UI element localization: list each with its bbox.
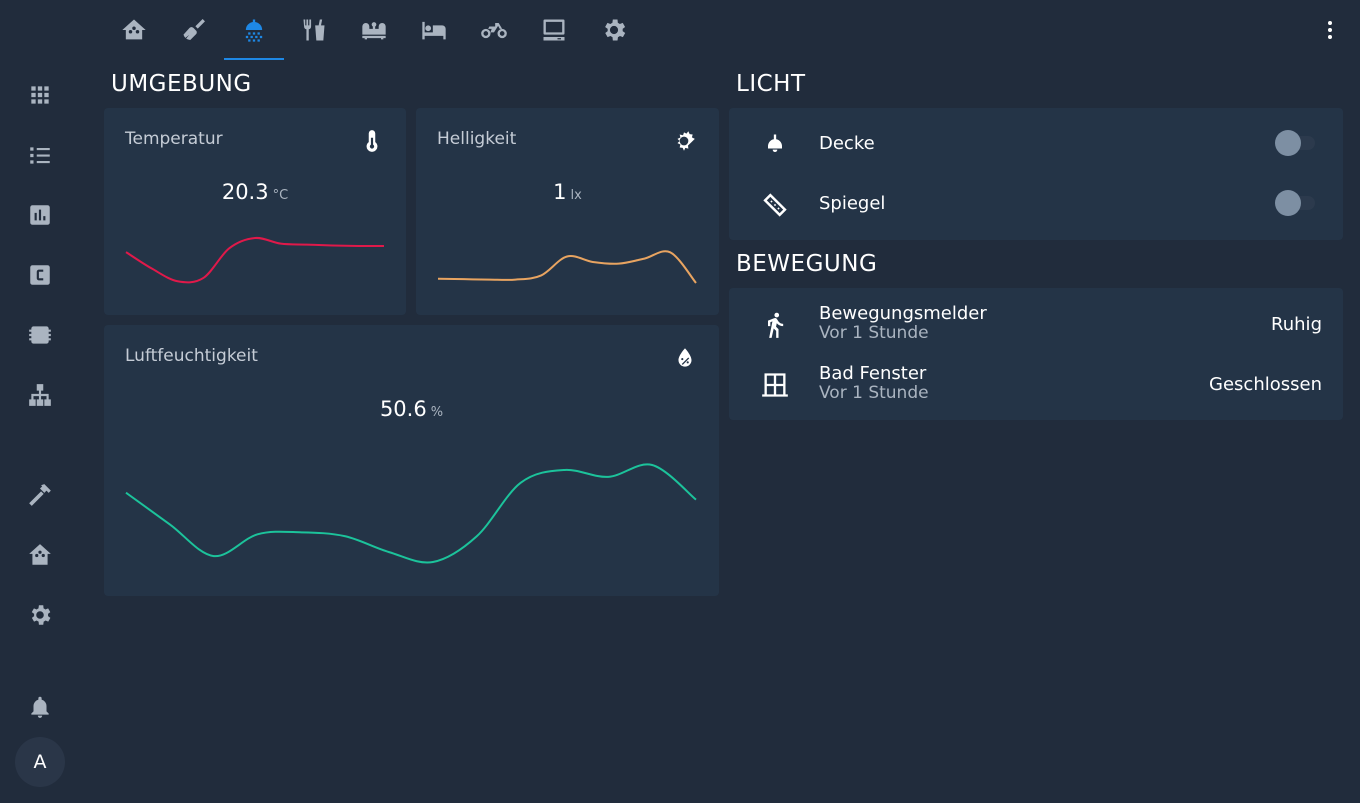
light-toggle-decke[interactable]	[1275, 130, 1315, 156]
entities-card-bewegung: Bewegungsmelder Vor 1 Stunde Ruhig Bad F…	[729, 288, 1343, 420]
gear-icon	[605, 19, 626, 41]
light-row-spiegel[interactable]: Spiegel	[729, 173, 1343, 233]
sidebar-item-developer-tools[interactable]	[10, 470, 70, 520]
sidebar-item-home-assistant[interactable]	[10, 530, 70, 580]
more-menu-button[interactable]	[1314, 14, 1346, 46]
sitemap-icon	[29, 384, 51, 406]
sensor-name: Bewegungsmelder	[819, 303, 987, 324]
gear-icon	[31, 605, 51, 625]
ceiling-light-icon	[761, 131, 789, 159]
bell-icon	[31, 696, 49, 718]
section-title-umgebung: UMGEBUNG	[111, 71, 252, 97]
chart-box-icon	[30, 205, 50, 225]
light-row-decke[interactable]: Decke	[729, 113, 1343, 173]
light-name: Spiegel	[819, 193, 886, 214]
sidebar-item-history[interactable]	[10, 190, 70, 240]
sensor-row-bewegungsmelder[interactable]: Bewegungsmelder Vor 1 Stunde Ruhig	[729, 293, 1343, 353]
silverware-icon	[303, 19, 325, 41]
tab-kitchen[interactable]	[284, 0, 344, 60]
section-title-bewegung: BEWEGUNG	[736, 251, 878, 277]
sensor-name: Bad Fenster	[819, 363, 927, 384]
sofa-icon	[362, 22, 386, 40]
entities-card-licht: Decke Spiegel	[729, 108, 1343, 240]
section-title-licht: LICHT	[736, 71, 806, 97]
brightness-trend-line	[437, 250, 697, 284]
broom-icon	[183, 19, 205, 41]
sidebar-item-settings[interactable]	[10, 590, 70, 640]
sidebar-item-c-app[interactable]	[10, 250, 70, 300]
toggle-knob	[1275, 190, 1301, 216]
tab-cleaning[interactable]	[164, 0, 224, 60]
dots-vertical-icon	[1328, 21, 1332, 39]
bed-icon	[422, 21, 446, 40]
chip-icon	[29, 326, 51, 344]
light-name: Decke	[819, 133, 875, 154]
format-list-bulleted-icon	[30, 147, 50, 164]
tab-settings[interactable]	[584, 0, 644, 60]
tab-living[interactable]	[344, 0, 404, 60]
sensor-state: Ruhig	[1271, 314, 1322, 335]
home-assistant-icon	[29, 544, 51, 565]
sidebar-item-network[interactable]	[10, 370, 70, 420]
tab-garage[interactable]	[464, 0, 524, 60]
sensor-card-helligkeit[interactable]: Helligkeit 1 lx	[416, 108, 719, 315]
sidebar-item-chip[interactable]	[10, 310, 70, 360]
toggle-knob	[1275, 130, 1301, 156]
sidebar-item-notifications[interactable]	[10, 682, 70, 732]
c-box-icon	[30, 265, 50, 285]
shower-icon	[245, 19, 263, 42]
walk-icon	[761, 311, 789, 339]
sensor-card-temperatur[interactable]: Temperatur 20.3 °C	[104, 108, 406, 315]
home-icon	[122, 19, 146, 40]
sidebar-item-overview[interactable]	[10, 70, 70, 120]
avatar[interactable]: A	[15, 737, 65, 787]
temperature-trend-line	[125, 236, 385, 284]
sensor-state: Geschlossen	[1209, 374, 1322, 395]
hammer-icon	[29, 484, 51, 506]
motorbike-icon	[481, 23, 507, 39]
tab-bathroom[interactable]	[224, 0, 284, 60]
window-icon	[761, 371, 789, 399]
sensor-row-bad-fenster[interactable]: Bad Fenster Vor 1 Stunde Geschlossen	[729, 353, 1343, 413]
humidity-trend-line	[125, 463, 697, 564]
tab-office[interactable]	[524, 0, 584, 60]
desktop-icon	[543, 19, 565, 41]
light-toggle-spiegel[interactable]	[1275, 190, 1315, 216]
sensor-card-luftfeuchtigkeit[interactable]: Luftfeuchtigkeit 50.6%	[104, 325, 719, 596]
view-dashboard-icon	[31, 86, 49, 104]
sensor-last-changed: Vor 1 Stunde	[819, 383, 929, 403]
tab-bedroom[interactable]	[404, 0, 464, 60]
tab-home[interactable]	[104, 0, 164, 60]
sensor-last-changed: Vor 1 Stunde	[819, 323, 929, 343]
led-strip-icon	[761, 191, 789, 219]
sidebar-item-logbook[interactable]	[10, 130, 70, 180]
sidebar: A	[0, 0, 80, 803]
view-tabs-bar	[80, 0, 1360, 62]
